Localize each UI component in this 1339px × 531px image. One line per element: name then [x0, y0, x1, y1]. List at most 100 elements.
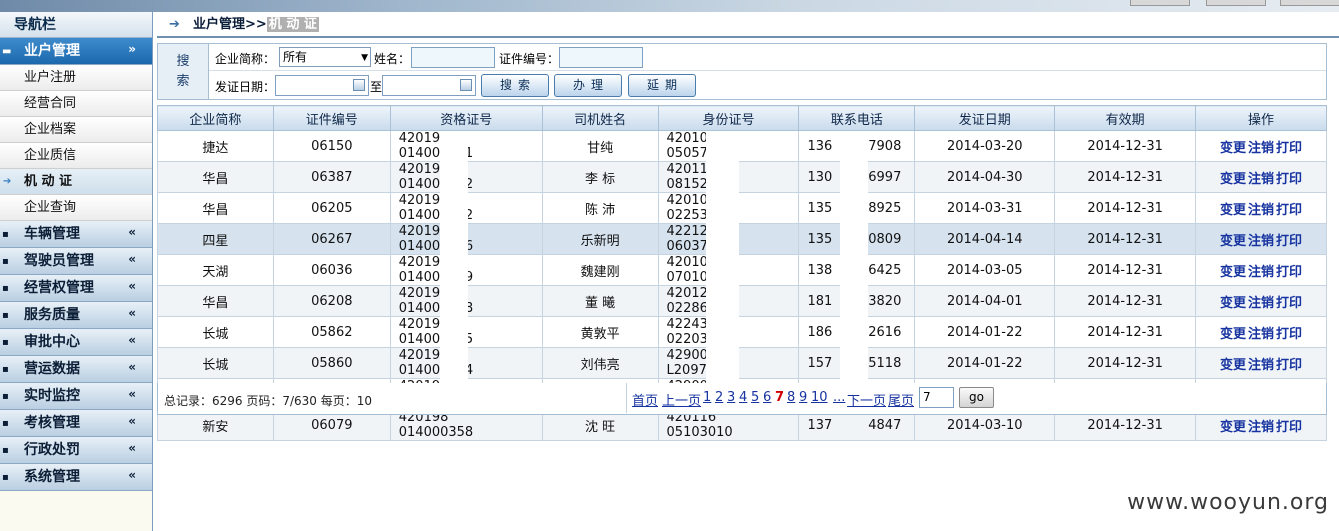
top-button[interactable] [1206, 0, 1266, 6]
table-row[interactable]: 长城 05862 420198014000265 黄敦平 42243202203015 1… [157, 316, 1327, 348]
change-link[interactable]: 变更 [1220, 420, 1246, 435]
page-link[interactable]: 1 [703, 390, 711, 405]
page-link[interactable]: 9 [799, 390, 807, 405]
breadcrumb-parent[interactable]: 业户管理>> [193, 17, 267, 32]
cert-input[interactable] [559, 47, 643, 68]
date-to-input[interactable] [382, 75, 476, 96]
page-link[interactable]: 8 [787, 390, 795, 405]
table-row[interactable]: 长城 05860 420198014000264 刘伟亮 429006L2097695 1… [157, 347, 1327, 379]
table-header-cell[interactable]: 企业简称 [157, 105, 274, 131]
table-header-cell[interactable]: 司机姓名 [541, 105, 659, 131]
chevron-up-icon: « [128, 387, 136, 401]
table-row[interactable]: 天湖 06036 420198014000349 魏建刚 42010107010316 1… [157, 254, 1327, 286]
sidebar-group[interactable]: ▪ 实时监控 « [0, 383, 152, 410]
change-link[interactable]: 变更 [1220, 203, 1246, 218]
first-page-link[interactable]: 首页 [632, 390, 658, 409]
print-link[interactable]: 打印 [1276, 203, 1302, 218]
search-button[interactable]: 搜索 [481, 74, 549, 97]
table-header-cell[interactable]: 操作 [1195, 105, 1327, 131]
cancel-link[interactable]: 注销 [1248, 234, 1274, 249]
top-button[interactable] [1280, 0, 1339, 6]
sidebar-subitem[interactable]: 企业查询 [0, 195, 152, 221]
cancel-link[interactable]: 注销 [1248, 327, 1274, 342]
table-row[interactable]: 捷达 06150 420198014000251 甘纯 4201010505751X 13… [157, 130, 1327, 162]
change-link[interactable]: 变更 [1220, 172, 1246, 187]
page-link[interactable]: 7 [775, 390, 784, 405]
sidebar-group[interactable]: ▪ 经营权管理 « [0, 275, 152, 302]
print-link[interactable]: 打印 [1276, 420, 1302, 435]
cell-cert: 06208 [272, 285, 391, 317]
cancel-link[interactable]: 注销 [1248, 296, 1274, 311]
table-header-cell[interactable]: 联系电话 [798, 105, 916, 131]
print-link[interactable]: 打印 [1276, 172, 1302, 187]
sidebar-subitem[interactable]: 业户注册 [0, 65, 152, 91]
sidebar-group[interactable]: ▪ 审批中心 « [0, 329, 152, 356]
change-link[interactable]: 变更 [1220, 358, 1246, 373]
page-link[interactable]: 5 [751, 390, 759, 405]
cancel-link[interactable]: 注销 [1248, 203, 1274, 218]
calendar-icon[interactable] [353, 79, 365, 91]
prev-page-link[interactable]: 上一页 [662, 390, 701, 409]
table-row[interactable]: 华昌 06387 420198014000282 李 标 42011408152215 1… [157, 161, 1327, 193]
sidebar-group[interactable]: ▪ 系统管理 « [0, 464, 152, 491]
handle-button[interactable]: 办理 [554, 74, 622, 97]
sidebar-group[interactable]: ▪ 车辆管理 « [0, 221, 152, 248]
sidebar-subitem[interactable]: ➔ 机 动 证 [0, 169, 152, 195]
table-header-cell[interactable]: 证件编号 [272, 105, 391, 131]
sidebar-subitem[interactable]: 经营合同 [0, 91, 152, 117]
cell-valid-date: 2014-12-31 [1054, 347, 1197, 379]
cancel-link[interactable]: 注销 [1248, 141, 1274, 156]
sidebar-subitem[interactable]: 企业质信 [0, 143, 152, 169]
table-row[interactable]: 华昌 06205 420198014000312 陈 沛 42010402253039 1… [157, 192, 1327, 224]
pager: 7 go 首页 上一页 1 2 3 4 5 6 7 8 9 10... 下一页 尾页 [626, 383, 1326, 413]
table-header-cell[interactable]: 有效期 [1054, 105, 1197, 131]
next-page-link[interactable]: 下一页 [847, 390, 886, 409]
sidebar-group[interactable]: ▪ 考核管理 « [0, 410, 152, 437]
extend-button[interactable]: 延期 [628, 74, 696, 97]
print-link[interactable]: 打印 [1276, 296, 1302, 311]
page-link[interactable]: 10 [811, 390, 828, 405]
more-pages-link[interactable]: ... [833, 390, 845, 405]
last-page-link[interactable]: 尾页 [888, 390, 914, 409]
change-link[interactable]: 变更 [1220, 296, 1246, 311]
cancel-link[interactable]: 注销 [1248, 358, 1274, 373]
print-link[interactable]: 打印 [1276, 234, 1302, 249]
change-link[interactable]: 变更 [1220, 141, 1246, 156]
sidebar-group[interactable]: ▪ 服务质量 « [0, 302, 152, 329]
change-link[interactable]: 变更 [1220, 234, 1246, 249]
change-link[interactable]: 变更 [1220, 265, 1246, 280]
sidebar-group[interactable]: ▪ 营运数据 « [0, 356, 152, 383]
page-link[interactable]: 3 [727, 390, 735, 405]
page-link[interactable]: 2 [715, 390, 723, 405]
sidebar-group[interactable]: ▪ 行政处罚 « [0, 437, 152, 464]
go-button[interactable]: go [959, 387, 994, 408]
cell-driver: 甘纯 [541, 130, 659, 162]
top-button[interactable] [1130, 0, 1190, 6]
sidebar-group[interactable]: ▪ 驾驶员管理 « [0, 248, 152, 275]
cell-driver: 李 标 [541, 161, 659, 193]
date-from-input[interactable] [275, 75, 369, 96]
company-select[interactable]: 所有 ▼ [279, 47, 371, 67]
cell-company: 天湖 [157, 254, 274, 286]
change-link[interactable]: 变更 [1220, 327, 1246, 342]
sidebar-group-yehu[interactable]: ▬ 业户管理 » [0, 38, 152, 65]
table-row[interactable]: 四星 06267 420198014000316 乐新明 42212706037012 1… [157, 223, 1327, 255]
print-link[interactable]: 打印 [1276, 141, 1302, 156]
table-header-cell[interactable]: 身份证号 [657, 105, 800, 131]
page-link[interactable]: 4 [739, 390, 747, 405]
cancel-link[interactable]: 注销 [1248, 420, 1274, 435]
name-input[interactable] [411, 47, 495, 68]
print-link[interactable]: 打印 [1276, 265, 1302, 280]
table-header-cell[interactable]: 发证日期 [914, 105, 1056, 131]
table-row[interactable]: 华昌 06208 420198014000298 董 曦 42012202286612 1… [157, 285, 1327, 317]
page-jump-input[interactable]: 7 [919, 387, 954, 408]
table-header-cell[interactable]: 资格证号 [389, 105, 543, 131]
print-link[interactable]: 打印 [1276, 358, 1302, 373]
search-row-2: 发证日期： 至 搜索 办理 延期 [209, 72, 1326, 99]
calendar-icon[interactable] [460, 79, 472, 91]
page-link[interactable]: 6 [763, 390, 771, 405]
cancel-link[interactable]: 注销 [1248, 172, 1274, 187]
print-link[interactable]: 打印 [1276, 327, 1302, 342]
sidebar-subitem[interactable]: 企业档案 [0, 117, 152, 143]
cancel-link[interactable]: 注销 [1248, 265, 1274, 280]
